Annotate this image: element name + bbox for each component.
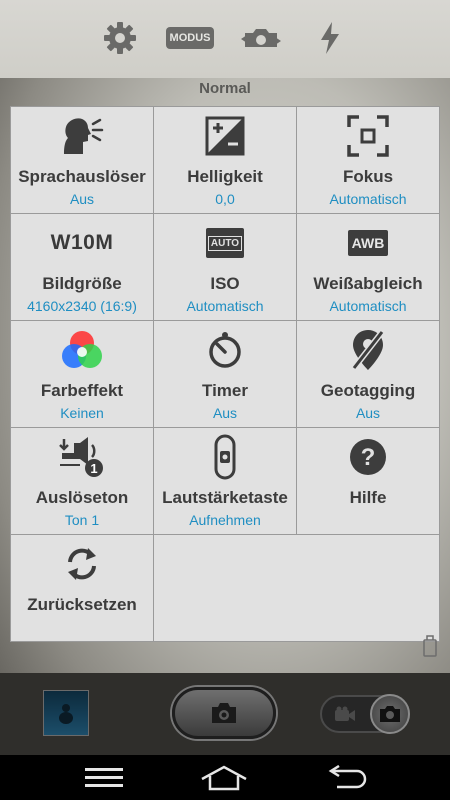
white-balance-icon-text: AWB xyxy=(347,230,389,256)
setting-title: ISO xyxy=(210,274,240,293)
setting-voice-shutter[interactable]: Sprachauslöser Aus xyxy=(11,107,154,214)
video-icon xyxy=(335,706,355,721)
setting-iso[interactable]: AUTO ISO Automatisch xyxy=(154,214,297,321)
setting-geotagging[interactable]: Geotagging Aus xyxy=(297,321,440,428)
setting-value: Aufnehmen xyxy=(189,512,261,528)
setting-value: Automatisch xyxy=(329,298,407,314)
setting-title: Timer xyxy=(202,381,248,400)
color-effect-icon xyxy=(60,327,104,373)
setting-image-size[interactable]: W10M Bildgröße 4160x2340 (16:9) xyxy=(11,214,154,321)
geotagging-icon xyxy=(350,327,386,373)
setting-title: Helligkeit xyxy=(187,167,263,186)
image-size-icon-text: W10M xyxy=(50,231,114,254)
mode-button[interactable]: MODUS xyxy=(165,18,215,58)
setting-reset[interactable]: Zurücksetzen xyxy=(11,535,154,642)
setting-value: Automatisch xyxy=(329,191,407,207)
setting-white-balance[interactable]: AWB Weißabgleich Automatisch xyxy=(297,214,440,321)
back-button[interactable] xyxy=(316,761,376,795)
setting-value: Aus xyxy=(355,405,381,421)
setting-title: Lautstärketaste xyxy=(162,488,288,507)
camera-icon xyxy=(380,706,400,722)
setting-brightness[interactable]: Helligkeit 0,0 xyxy=(154,107,297,214)
setting-title: Farbeffekt xyxy=(40,381,124,400)
back-icon xyxy=(328,765,367,789)
gallery-thumbnail[interactable] xyxy=(43,690,89,736)
gear-icon[interactable] xyxy=(100,18,140,58)
camera-switch-icon[interactable] xyxy=(238,18,284,58)
menu-icon xyxy=(85,768,123,787)
navigation-bar xyxy=(0,755,450,800)
setting-title: Fokus xyxy=(342,167,394,186)
timer-icon xyxy=(205,327,245,373)
setting-value: Ton 1 xyxy=(64,512,100,528)
setting-value: Keinen xyxy=(60,405,104,421)
white-balance-icon: AWB xyxy=(347,220,389,266)
setting-shutter-sound[interactable]: 1 Auslöseton Ton 1 xyxy=(11,428,154,535)
home-icon xyxy=(201,765,247,791)
shutter-button[interactable] xyxy=(172,687,276,739)
setting-help[interactable]: ? Hilfe xyxy=(297,428,440,535)
mode-icon: MODUS xyxy=(165,27,215,49)
setting-title: Weißabgleich xyxy=(313,274,423,293)
setting-value: 0,0 xyxy=(215,191,235,207)
shutter-sound-icon: 1 xyxy=(58,434,106,480)
setting-volume-key[interactable]: Lautstärketaste Aufnehmen xyxy=(154,428,297,535)
storage-indicator-icon xyxy=(422,632,438,658)
setting-value: 4160x2340 (16:9) xyxy=(27,298,137,314)
mode-value-label: Normal xyxy=(199,80,251,97)
setting-value: Automatisch xyxy=(186,298,264,314)
setting-timer[interactable]: Timer Aus xyxy=(154,321,297,428)
iso-icon: AUTO xyxy=(206,220,244,266)
menu-button[interactable] xyxy=(74,761,134,795)
settings-panel: Sprachauslöser Aus Helligkeit 0,0 Fokus … xyxy=(10,106,440,642)
home-button[interactable] xyxy=(194,761,254,795)
help-icon: ? xyxy=(348,434,388,480)
switch-knob[interactable] xyxy=(370,694,410,734)
setting-title: Geotagging xyxy=(320,381,416,400)
svg-text:?: ? xyxy=(361,444,376,471)
shutter-sound-badge: 1 xyxy=(90,461,97,476)
setting-title: Auslöseton xyxy=(35,488,129,507)
iso-icon-text: AUTO xyxy=(207,235,243,251)
setting-value: Aus xyxy=(69,191,95,207)
reset-icon xyxy=(62,541,102,587)
volume-key-icon xyxy=(212,434,238,480)
brightness-icon xyxy=(205,113,245,159)
camera-video-switch[interactable] xyxy=(320,694,410,734)
setting-color-effect[interactable]: Farbeffekt Keinen xyxy=(11,321,154,428)
setting-focus[interactable]: Fokus Automatisch xyxy=(297,107,440,214)
setting-title: Hilfe xyxy=(349,488,387,507)
setting-title: Zurücksetzen xyxy=(27,595,137,614)
setting-title: Bildgröße xyxy=(42,274,122,293)
focus-icon xyxy=(347,113,389,159)
top-toolbar: MODUS xyxy=(0,0,450,78)
camera-icon xyxy=(212,703,236,723)
setting-value: Aus xyxy=(212,405,238,421)
setting-title: Sprachauslöser xyxy=(18,167,146,186)
image-size-icon: W10M xyxy=(51,220,114,266)
flash-icon[interactable] xyxy=(310,18,350,58)
voice-shutter-icon xyxy=(58,113,106,159)
